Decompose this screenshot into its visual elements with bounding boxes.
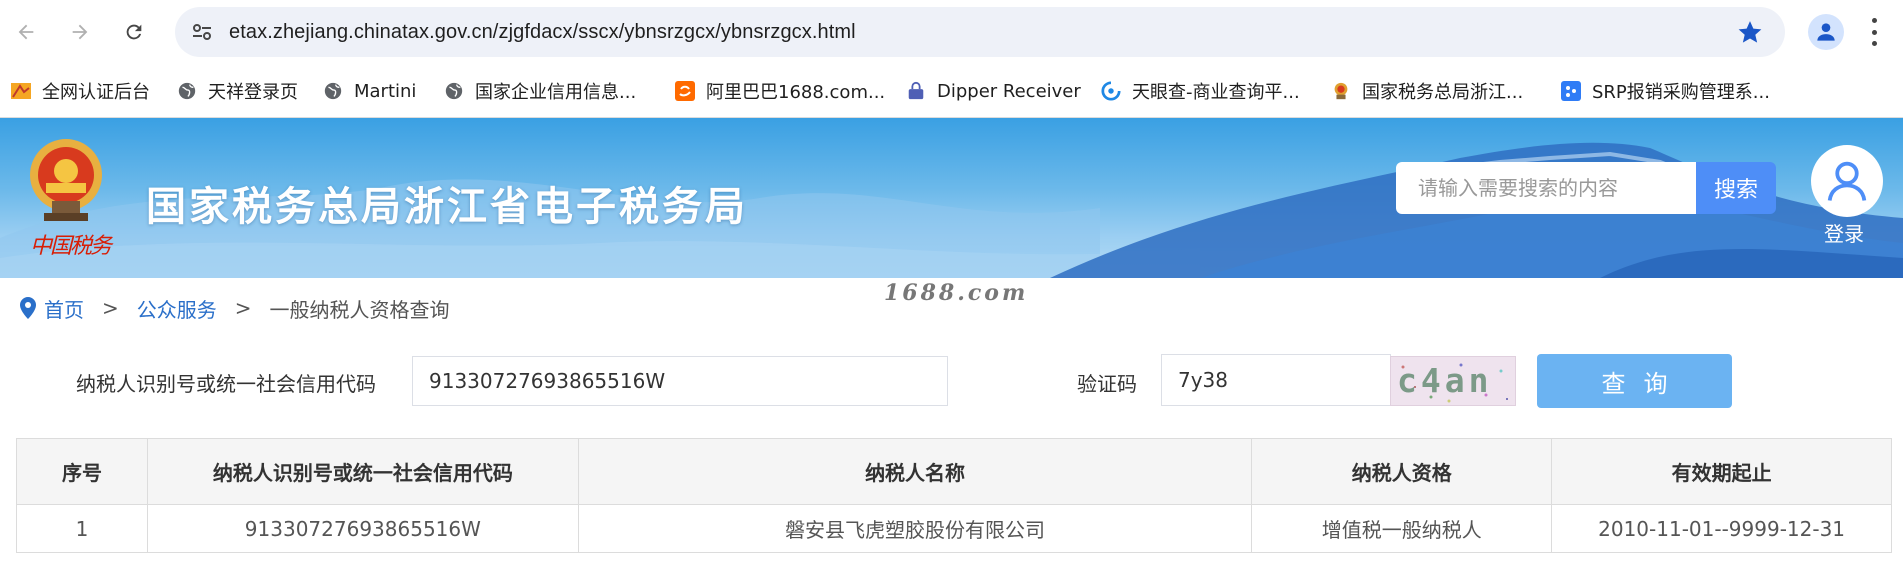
cell-index: 1 <box>16 504 148 553</box>
captcha-label: 验证码 <box>1077 372 1137 396</box>
captcha-input[interactable]: 7y38 <box>1161 354 1391 406</box>
bookmark-item[interactable]: 天祥登录页 <box>176 77 298 105</box>
bookmark-label: 天眼查-商业查询平... <box>1132 82 1300 103</box>
site-banner: 中国税务 国家税务总局浙江省电子税务局 搜索 登录 <box>0 118 1903 278</box>
col-header-taxpayer-name: 纳税人名称 <box>577 438 1253 505</box>
watermark: 1688.com <box>884 280 1029 306</box>
col-header-validity: 有效期起止 <box>1551 438 1892 505</box>
bookmark-label: 全网认证后台 <box>42 82 150 103</box>
cell-taxid: 91330727693865516W <box>146 504 579 553</box>
cell-taxpayer-name: 磐安县飞虎塑胶股份有限公司 <box>577 504 1253 553</box>
tax-emblem-icon <box>1330 80 1352 102</box>
breadcrumb-separator: > <box>102 296 119 320</box>
breadcrumb-home[interactable]: 首页 <box>44 294 84 323</box>
globe-icon <box>176 80 198 102</box>
bookmarks-bar: 全网认证后台 天祥登录页 Martini 国家企业信用信息... 阿里巴巴168… <box>0 64 1903 118</box>
table-header-row: 序号 纳税人识别号或统一社会信用代码 纳税人名称 纳税人资格 有效期起止 <box>16 438 1892 505</box>
reload-icon <box>126 24 142 40</box>
breadcrumb: 首页 > 公众服务 > 一般纳税人资格查询 <box>18 292 450 324</box>
col-header-taxid: 纳税人识别号或统一社会信用代码 <box>146 438 579 505</box>
address-bar[interactable]: etax.zhejiang.chinatax.gov.cn/zjgfdacx/s… <box>175 7 1785 57</box>
bookmark-label: 阿里巴巴1688.com... <box>706 82 886 103</box>
seal-signature: 中国税务 <box>30 234 112 259</box>
query-button[interactable]: 查询 <box>1537 354 1732 408</box>
browser-menu-button[interactable] <box>1870 18 1878 46</box>
bookmark-label: Martini <box>354 80 417 102</box>
breadcrumb-current: 一般纳税人资格查询 <box>269 297 450 322</box>
arrow-left-icon <box>18 24 34 40</box>
captcha-image-text: c4an <box>1397 361 1493 400</box>
bookmark-item[interactable]: 国家企业信用信息... <box>443 77 636 105</box>
taxid-label: 纳税人识别号或统一社会信用代码 <box>76 372 376 396</box>
site-info-icon[interactable] <box>189 19 215 45</box>
back-button[interactable] <box>6 12 46 52</box>
lock-icon <box>905 80 927 102</box>
person-icon <box>1817 23 1835 41</box>
tianyancha-icon <box>1100 80 1122 102</box>
bookmark-item[interactable]: 天眼查-商业查询平... <box>1100 77 1300 105</box>
bookmark-item[interactable]: SRP报销采购管理系... <box>1560 77 1770 105</box>
bookmark-label: SRP报销采购管理系... <box>1592 82 1770 103</box>
browser-toolbar: etax.zhejiang.chinatax.gov.cn/zjgfdacx/s… <box>0 0 1903 64</box>
results-table: 序号 纳税人识别号或统一社会信用代码 纳税人名称 纳税人资格 有效期起止 1 9… <box>16 438 1892 553</box>
bookmark-item[interactable]: 全网认证后台 <box>10 77 150 105</box>
bookmark-label: 国家企业信用信息... <box>475 82 637 103</box>
srp-icon <box>1560 80 1582 102</box>
col-header-index: 序号 <box>16 438 148 505</box>
globe-icon <box>443 80 465 102</box>
folder-icon <box>10 80 32 102</box>
bookmark-label: Dipper Receiver <box>937 80 1081 102</box>
cell-qualification: 增值税一般纳税人 <box>1251 504 1553 553</box>
alibaba-icon <box>674 80 696 102</box>
breadcrumb-separator: > <box>234 296 252 320</box>
bookmark-label: 国家税务总局浙江... <box>1362 82 1524 103</box>
site-title: 国家税务总局浙江省电子税务局 <box>146 184 748 230</box>
profile-avatar[interactable] <box>1808 14 1844 50</box>
bookmark-label: 天祥登录页 <box>208 82 298 103</box>
cell-validity: 2010-11-01--9999-12-31 <box>1551 504 1892 553</box>
reload-button[interactable] <box>114 12 154 52</box>
site-search-button[interactable]: 搜索 <box>1696 162 1776 214</box>
login-avatar[interactable] <box>1811 145 1883 217</box>
login-link[interactable]: 登录 <box>1824 218 1864 247</box>
table-row: 1 91330727693865516W 磐安县飞虎塑胶股份有限公司 增值税一般… <box>16 504 1892 553</box>
globe-icon <box>322 80 344 102</box>
bookmark-star-icon[interactable] <box>1737 19 1763 45</box>
arrow-right-icon <box>72 24 88 40</box>
site-search-input[interactable] <box>1418 176 1678 200</box>
site-search-field[interactable] <box>1396 162 1696 214</box>
taxid-input[interactable]: 91330727693865516W <box>412 356 948 406</box>
location-pin-icon <box>20 297 36 319</box>
forward-button[interactable] <box>60 12 100 52</box>
user-icon <box>1827 161 1867 201</box>
breadcrumb-public-services[interactable]: 公众服务 <box>137 294 217 323</box>
bookmark-item[interactable]: 阿里巴巴1688.com... <box>674 77 885 105</box>
captcha-image[interactable]: c4an <box>1390 356 1516 406</box>
col-header-qualification: 纳税人资格 <box>1251 438 1553 505</box>
tax-emblem-logo <box>30 139 102 221</box>
bookmark-item[interactable]: 国家税务总局浙江... <box>1330 77 1523 105</box>
bookmark-item[interactable]: Dipper Receiver <box>905 77 1081 105</box>
bookmark-item[interactable]: Martini <box>322 77 416 105</box>
url-text: etax.zhejiang.chinatax.gov.cn/zjgfdacx/s… <box>229 20 856 43</box>
